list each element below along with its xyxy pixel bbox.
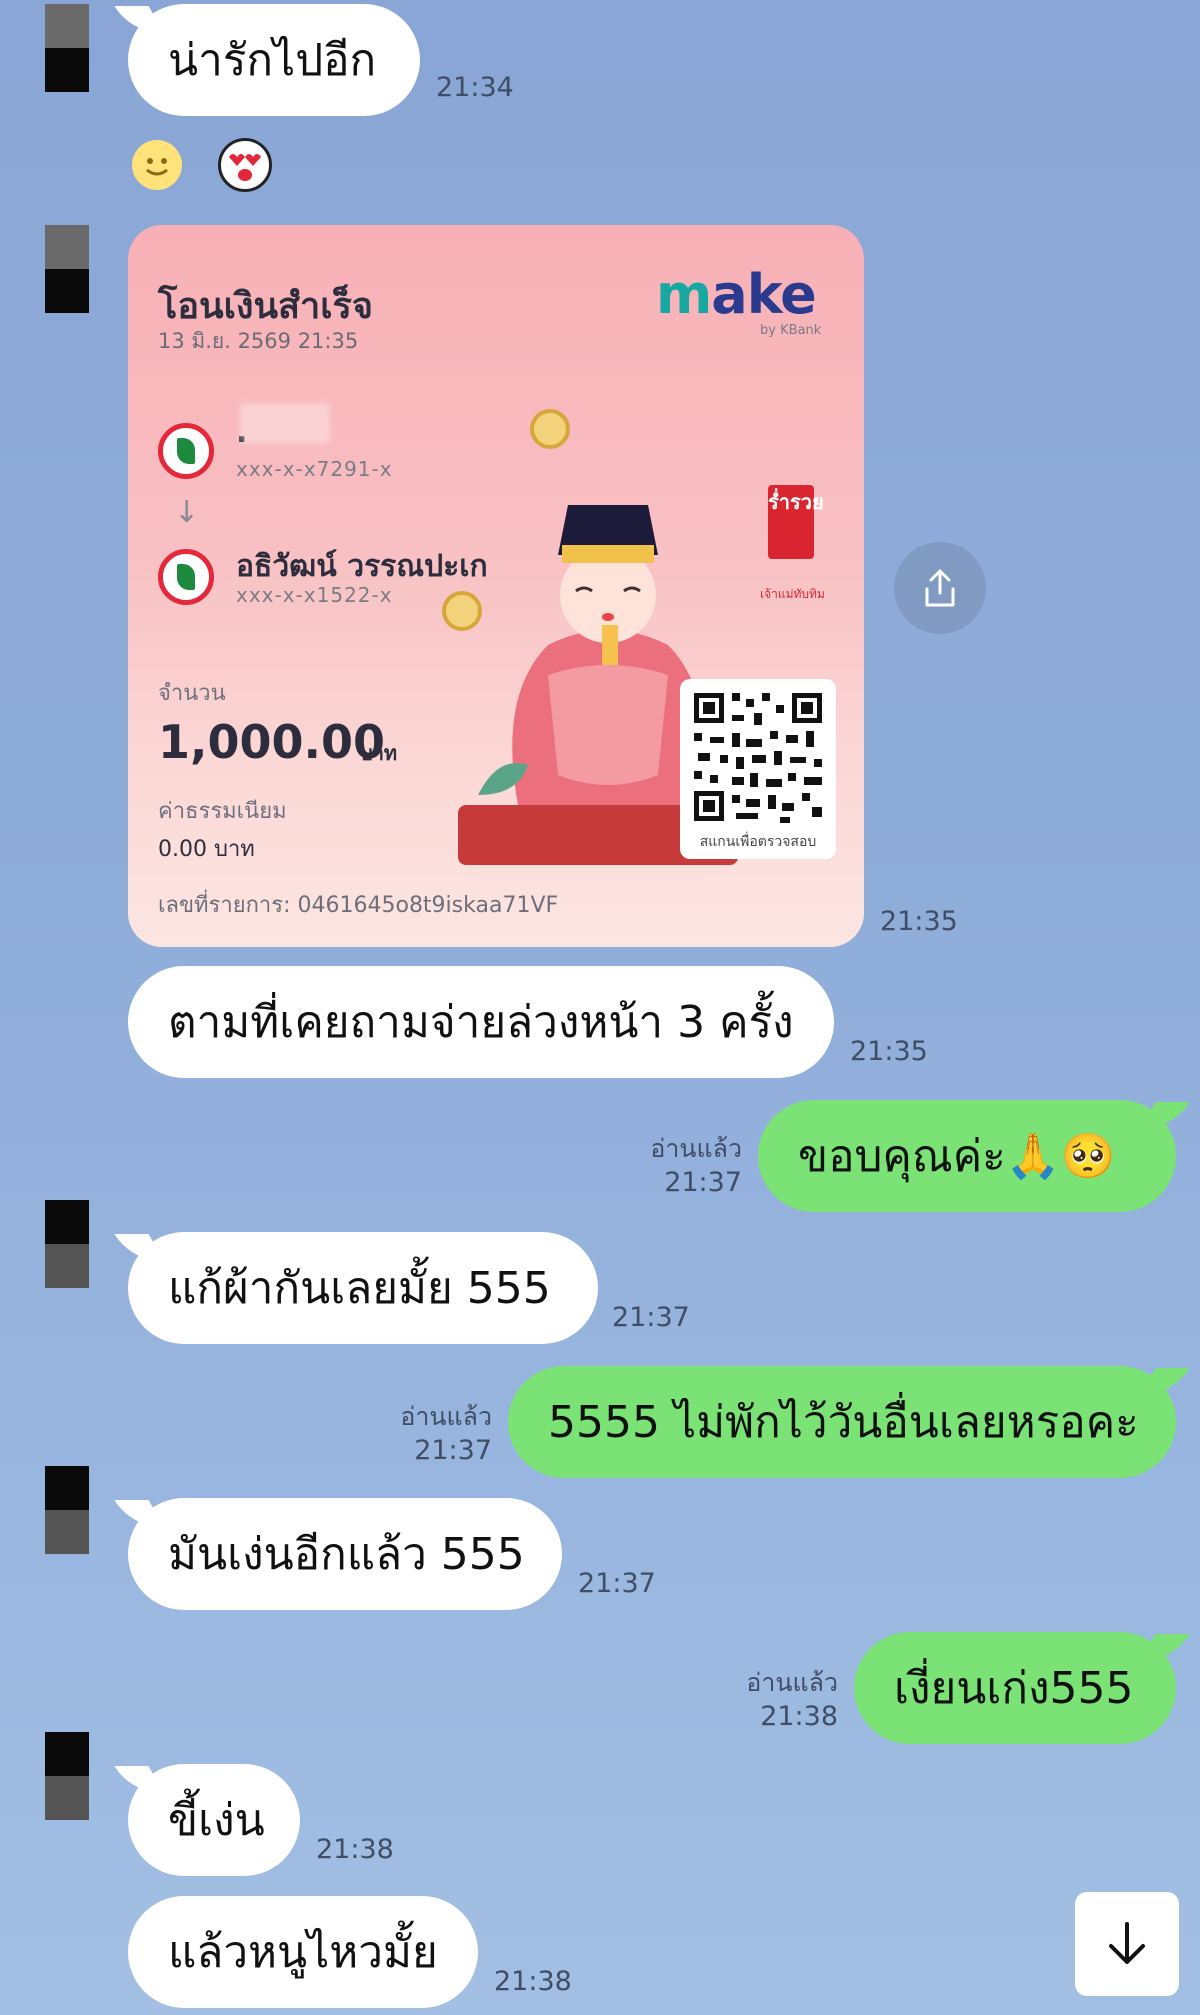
message-time: 21:38 <box>760 1701 838 1732</box>
coin-icon <box>530 409 570 449</box>
read-label: อ่านแล้ว <box>400 1402 492 1431</box>
message-bubble[interactable]: ตามที่เคยถามจ่ายล่วงหน้า 3 ครั้ง <box>128 966 834 1078</box>
sender-avatar[interactable] <box>45 225 89 313</box>
message-time: 21:37 <box>414 1435 492 1466</box>
message-time: 21:35 <box>880 906 958 937</box>
message-time: 21:37 <box>664 1167 742 1198</box>
sender-avatar[interactable] <box>45 1200 89 1288</box>
message-text: น่ารักไปอีก <box>168 35 377 86</box>
message-text: มันเง่นอีกแล้ว 555 <box>168 1529 525 1580</box>
share-button[interactable] <box>894 542 986 634</box>
amount-value: 1,000.00 <box>158 715 385 769</box>
message-bubble[interactable]: แล้วหนูไหวมั้ย <box>128 1896 478 2008</box>
arrow-down-icon <box>1109 1922 1145 1964</box>
make-logo-subtitle: by KBank <box>760 323 822 338</box>
message-text: ขี้เง่น <box>168 1795 265 1846</box>
read-label: อ่านแล้ว <box>650 1134 742 1163</box>
from-account-number: xxx-x-x7291-x <box>236 457 393 481</box>
message-time: 21:37 <box>578 1568 656 1599</box>
message-text: เงี่ยนเก่ง555 <box>894 1663 1134 1714</box>
heart-eyes-face-icon[interactable] <box>218 138 272 192</box>
message-bubble[interactable]: มันเง่นอีกแล้ว 555 <box>128 1498 562 1610</box>
badge: ร่ำรวย <box>768 485 824 559</box>
message-time: 21:34 <box>436 72 514 103</box>
message-bubble[interactable]: น่ารักไปอีก <box>128 4 420 116</box>
message-time: 21:38 <box>316 1834 394 1865</box>
message-text: แล้วหนูไหวมั้ย <box>168 1927 438 1978</box>
fee-label: ค่าธรรมเนียม <box>158 799 287 824</box>
reference-number: เลขที่รายการ: 0461645o8t9iskaa71VF <box>158 893 559 918</box>
message-bubble[interactable]: 5555 ไม่พักไว้วันอื่นเลยหรอคะ <box>508 1366 1176 1478</box>
make-logo: make <box>656 263 817 326</box>
message-time: 21:38 <box>494 1966 572 1997</box>
message-bubble[interactable]: เงี่ยนเก่ง555 <box>854 1632 1176 1744</box>
sender-avatar[interactable] <box>45 4 89 92</box>
read-receipt: อ่านแล้ว 21:37 <box>382 1400 492 1468</box>
share-icon <box>925 569 955 607</box>
amount-label: จำนวน <box>158 681 226 706</box>
message-bubble[interactable]: แก้ผ้ากันเลยมั้ย 555 <box>128 1232 598 1344</box>
blurred-name <box>240 403 330 443</box>
slip-date: 13 มิ.ย. 2569 21:35 <box>158 329 359 353</box>
message-text: ขอบคุณค่ะ🙏🥺 <box>798 1131 1116 1182</box>
message-text: 5555 ไม่พักไว้วันอื่นเลยหรอคะ <box>548 1397 1139 1448</box>
slightly-smiling-face-icon[interactable] <box>132 140 182 190</box>
fee-value: 0.00 บาท <box>158 837 255 862</box>
message-bubble[interactable]: ขอบคุณค่ะ🙏🥺 <box>758 1100 1176 1212</box>
transfer-slip-card[interactable]: โอนเงินสำเร็จ 13 มิ.ย. 2569 21:35 make b… <box>128 225 864 947</box>
qr-caption: สแกนเพื่อตรวจสอบ <box>699 834 817 850</box>
message-text: แก้ผ้ากันเลยมั้ย 555 <box>168 1263 551 1314</box>
qr-code-icon <box>694 693 822 823</box>
badge-subtitle: เจ้าแม่ทับทิม <box>760 587 825 601</box>
message-time: 21:37 <box>612 1302 690 1333</box>
kbank-icon <box>158 549 214 605</box>
to-account-number: xxx-x-x1522-x <box>236 583 393 607</box>
message-time: 21:35 <box>850 1036 928 1067</box>
read-label: อ่านแล้ว <box>746 1668 838 1697</box>
message-text: ตามที่เคยถามจ่ายล่วงหน้า 3 ครั้ง <box>168 997 794 1048</box>
sender-avatar[interactable] <box>45 1732 89 1820</box>
message-bubble[interactable]: ขี้เง่น <box>128 1764 300 1876</box>
arrow-down-icon: ↓ <box>174 495 200 530</box>
sender-avatar[interactable] <box>45 1466 89 1554</box>
amount-unit: บาท <box>360 741 398 765</box>
scroll-to-bottom-button[interactable] <box>1075 1892 1179 1996</box>
read-receipt: อ่านแล้ว 21:37 <box>632 1132 742 1200</box>
kbank-icon <box>158 423 214 479</box>
read-receipt: อ่านแล้ว 21:38 <box>728 1666 838 1734</box>
